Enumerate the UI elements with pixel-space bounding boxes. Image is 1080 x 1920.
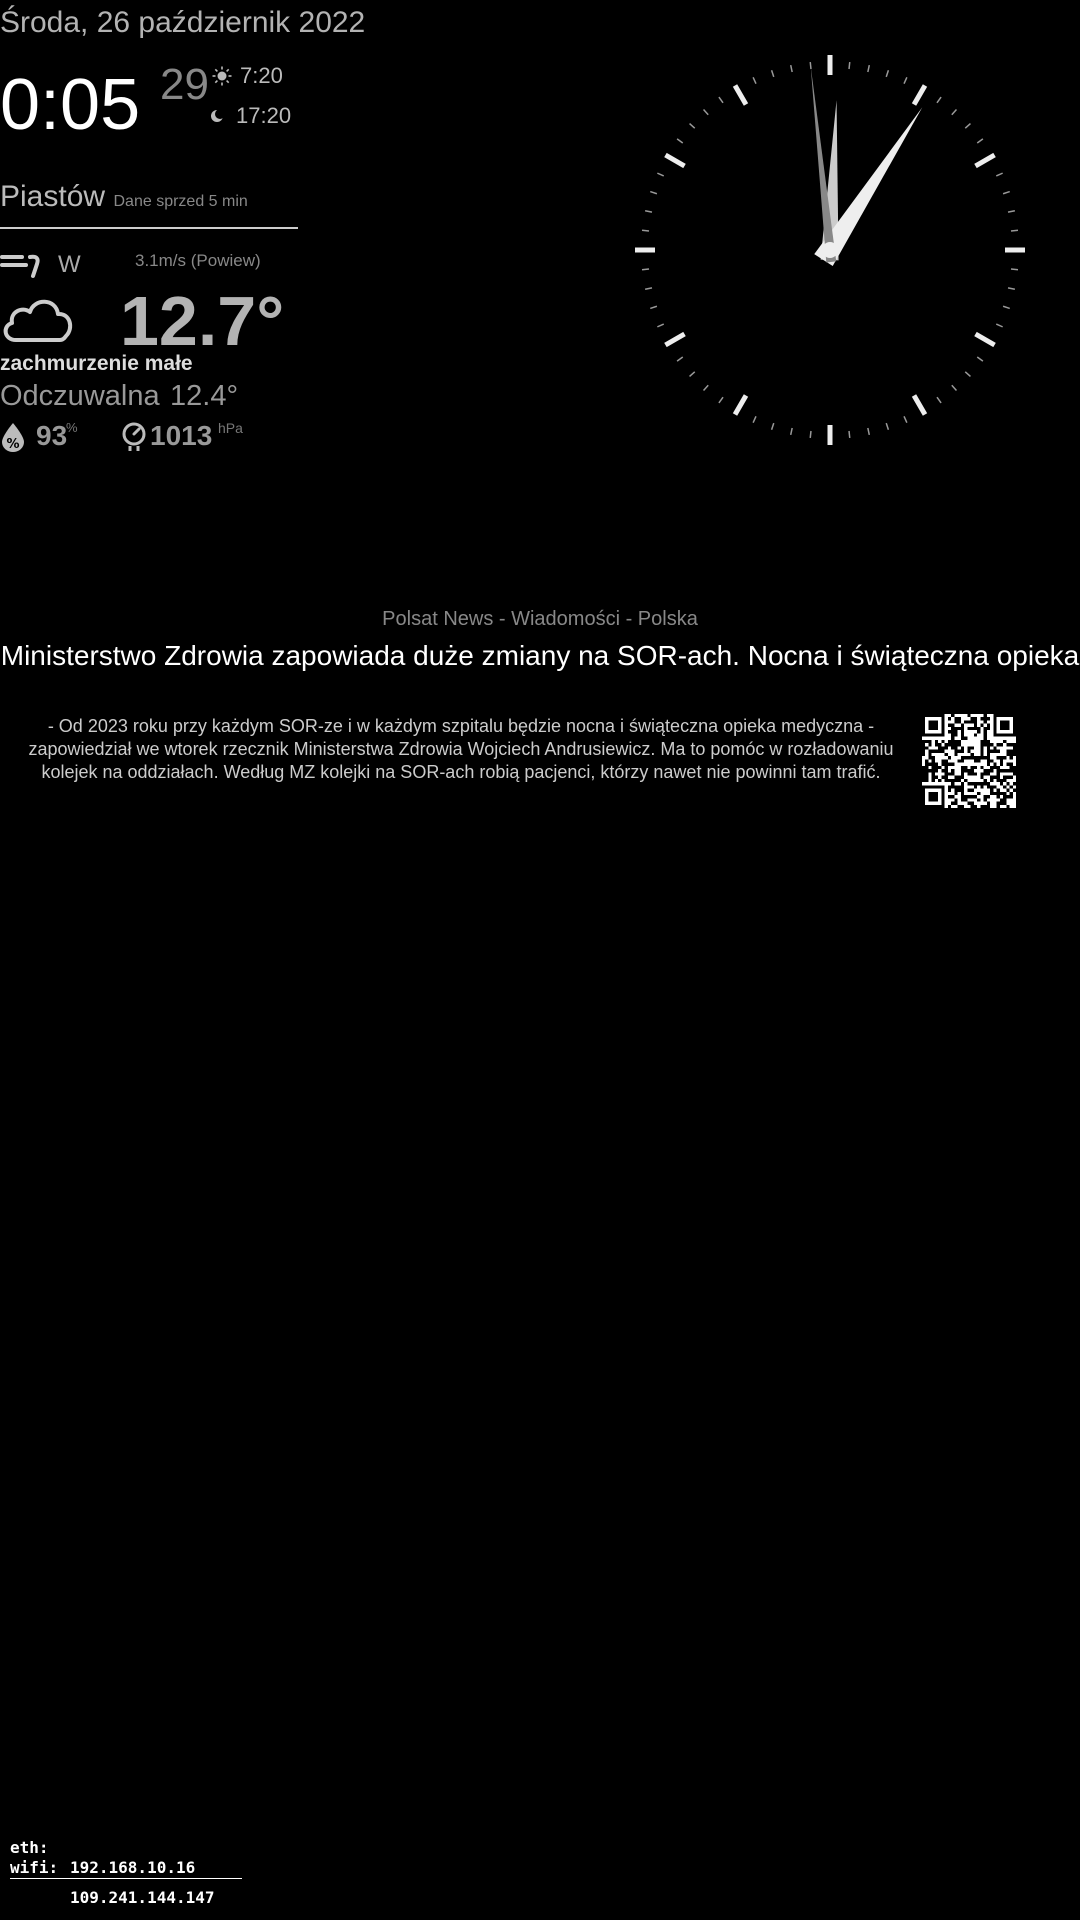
clock-minute-tick: [650, 190, 658, 195]
clock-minute-tick: [867, 427, 871, 436]
clock-hour-tick: [664, 331, 686, 348]
clock-minute-tick: [641, 229, 650, 232]
clock-minute-tick: [644, 287, 653, 291]
cloud-icon: [3, 299, 73, 342]
clock-minute-tick: [657, 323, 665, 328]
clock-minute-tick: [676, 138, 684, 144]
pressure-unit: hPa: [218, 420, 243, 436]
clock-hour-tick: [911, 394, 928, 416]
humidity-value: 93: [36, 420, 68, 451]
svg-text:%: %: [6, 437, 19, 452]
pressure-value: 1013: [150, 420, 213, 451]
clock-minute-tick: [964, 371, 971, 378]
clock-minute-tick: [976, 356, 984, 362]
clock-minute-tick: [995, 172, 1003, 177]
analog-clock: [635, 55, 1025, 445]
digital-time: 0:05: [0, 65, 141, 145]
clock-minute-tick: [885, 422, 890, 430]
qr-code[interactable]: [922, 714, 1016, 808]
sunset-row: 17:20: [208, 103, 291, 129]
clock-minute-tick: [752, 77, 757, 85]
news-body: - Od 2023 roku przy każdym SOR-ze i w ka…: [28, 716, 894, 782]
clock-minute-tick: [752, 415, 757, 423]
clock-minute-tick: [936, 96, 942, 104]
wifi-ip: 192.168.10.16: [70, 1858, 196, 1877]
sunrise-row: 7:20: [212, 63, 283, 89]
clock-hour-tick: [974, 152, 996, 169]
clock-minute-tick: [689, 122, 696, 129]
clock-minute-tick: [644, 209, 653, 213]
pressure-icon: [122, 422, 146, 451]
clock-minute-tick: [951, 109, 958, 116]
weather-location: Piastów Dane sprzed 5 min: [0, 180, 248, 214]
clock-minute-tick: [789, 64, 793, 73]
sunrise-time: 7:20: [240, 63, 283, 88]
wind-speed: 3.1m/s (Powiew): [135, 251, 261, 270]
clock-minute-tick: [885, 70, 890, 78]
eth-label: eth:: [10, 1838, 49, 1857]
clock-minute-tick: [903, 415, 908, 423]
news-headline: Ministerstwo Zdrowia zapowiada duże zmia…: [0, 640, 1080, 671]
clock-minute-tick: [1007, 209, 1016, 213]
clock-minute-tick: [1002, 305, 1010, 310]
clock-minute-tick: [848, 430, 851, 439]
digital-seconds: 29: [160, 60, 209, 109]
weather-condition: zachmurzenie małe: [0, 352, 193, 375]
clock-minute-tick: [936, 396, 942, 404]
clock-minute-tick: [809, 430, 812, 439]
wind-direction: W: [58, 251, 81, 278]
clock-minute-tick: [867, 64, 871, 73]
clock-center: [822, 242, 838, 258]
clock-hour-tick: [664, 152, 686, 169]
clock-minute-tick: [702, 109, 709, 116]
current-temperature: 12.7°: [120, 282, 285, 360]
clock-hour-tick: [974, 331, 996, 348]
wifi-label: wifi:: [10, 1858, 59, 1877]
weather-updated: Dane sprzed 5 min: [113, 193, 248, 210]
clock-minute-tick: [718, 96, 724, 104]
clock-hour-tick: [911, 84, 928, 106]
news-source: Polsat News - Wiadomości - Polska: [382, 608, 698, 630]
clock-minute-tick: [1010, 229, 1019, 232]
clock-minute-tick: [641, 268, 650, 271]
clock-minute-tick: [770, 422, 775, 430]
clock-minute-tick: [951, 384, 958, 391]
clock-minute-tick: [1010, 268, 1019, 271]
network-divider: [10, 1878, 242, 1879]
clock-minute-tick: [657, 172, 665, 177]
clock-hour-tick: [732, 84, 749, 106]
clock-minute-tick: [1002, 190, 1010, 195]
clock-hour-tick: [732, 394, 749, 416]
wind-icon: [0, 254, 40, 278]
humidity-unit: %: [66, 420, 78, 435]
clock-minute-tick: [650, 305, 658, 310]
sunrise-icon: [212, 66, 232, 86]
clock-minute-tick: [903, 77, 908, 85]
sunset-time: 17:20: [236, 103, 292, 128]
location-name: Piastów: [0, 180, 106, 213]
sunset-icon: [211, 109, 225, 122]
public-ip: 109.241.144.147: [70, 1888, 215, 1907]
weather-divider: [0, 227, 298, 229]
clock-minute-tick: [676, 356, 684, 362]
clock-minute-tick: [848, 61, 851, 70]
clock-minute-tick: [1007, 287, 1016, 291]
clock-minute-tick: [964, 122, 971, 129]
clock-minute-tick: [689, 371, 696, 378]
clock-minute-tick: [718, 396, 724, 404]
feels-like-value: 12.4°: [170, 380, 239, 412]
clock-minute-tick: [789, 427, 793, 436]
clock-minute-tick: [995, 323, 1003, 328]
clock-minute-tick: [770, 70, 775, 78]
feels-like-label: Odczuwalna: [0, 380, 160, 412]
date-display: Środa, 26 październik 2022: [0, 6, 366, 39]
clock-minute-tick: [702, 384, 709, 391]
clock-minute-tick: [976, 138, 984, 144]
humidity-icon: %: [2, 423, 24, 452]
